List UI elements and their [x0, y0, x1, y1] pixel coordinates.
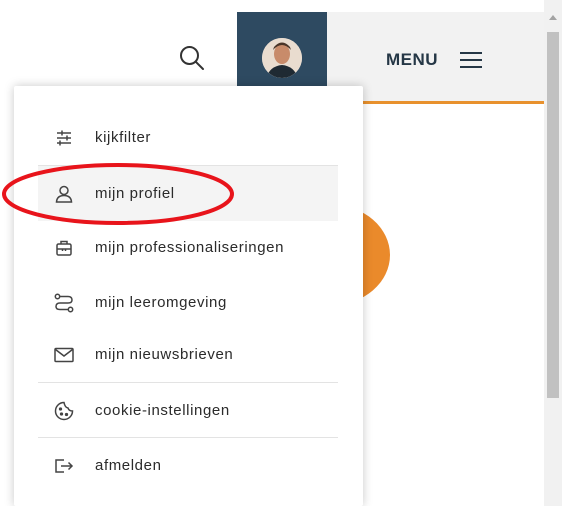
menu-item-label: mijn profiel: [95, 185, 175, 202]
menu-item-label: cookie-instellingen: [95, 402, 230, 419]
menu-item-kijkfilter[interactable]: kijkfilter: [38, 110, 338, 165]
scroll-up-arrow[interactable]: [544, 8, 562, 26]
menu-item-mijn-profiel[interactable]: mijn profiel: [38, 166, 338, 221]
briefcase-icon: [50, 234, 78, 262]
menu-item-mijn-leeromgeving[interactable]: mijn leeromgeving: [38, 275, 338, 330]
logout-icon: [50, 452, 78, 480]
search-icon: [180, 46, 204, 70]
chevron-up-icon: [549, 15, 557, 20]
menu-item-afmelden[interactable]: afmelden: [38, 438, 338, 493]
envelope-icon: [50, 341, 78, 369]
menu-item-cookie-instellingen[interactable]: cookie-instellingen: [38, 383, 338, 438]
avatar: [262, 38, 302, 78]
hamburger-menu-icon: [460, 52, 482, 68]
menu-item-label: kijkfilter: [95, 129, 152, 146]
cookie-icon: [50, 397, 78, 425]
menu-item-label: mijn nieuwsbrieven: [95, 346, 234, 363]
menu-item-label: afmelden: [95, 457, 162, 474]
menu-item-mijn-nieuwsbrieven[interactable]: mijn nieuwsbrieven: [38, 327, 338, 382]
scroll-thumb[interactable]: [547, 32, 559, 398]
menu-item-label: mijn leeromgeving: [95, 294, 227, 311]
search-button[interactable]: [170, 36, 214, 80]
vertical-scrollbar[interactable]: [544, 0, 562, 506]
user-icon: [50, 180, 78, 208]
menu-item-label: mijn professionaliseringen: [95, 239, 285, 256]
route-icon: [50, 289, 78, 317]
menu-item-mijn-professionaliseringen[interactable]: mijn professionaliseringen: [38, 220, 338, 275]
sliders-icon: [50, 124, 78, 152]
menu-label: MENU: [386, 50, 439, 69]
window-edge: [562, 0, 572, 506]
account-dropdown-menu: kijkfilter mijn profiel mijn professiona…: [14, 86, 363, 506]
